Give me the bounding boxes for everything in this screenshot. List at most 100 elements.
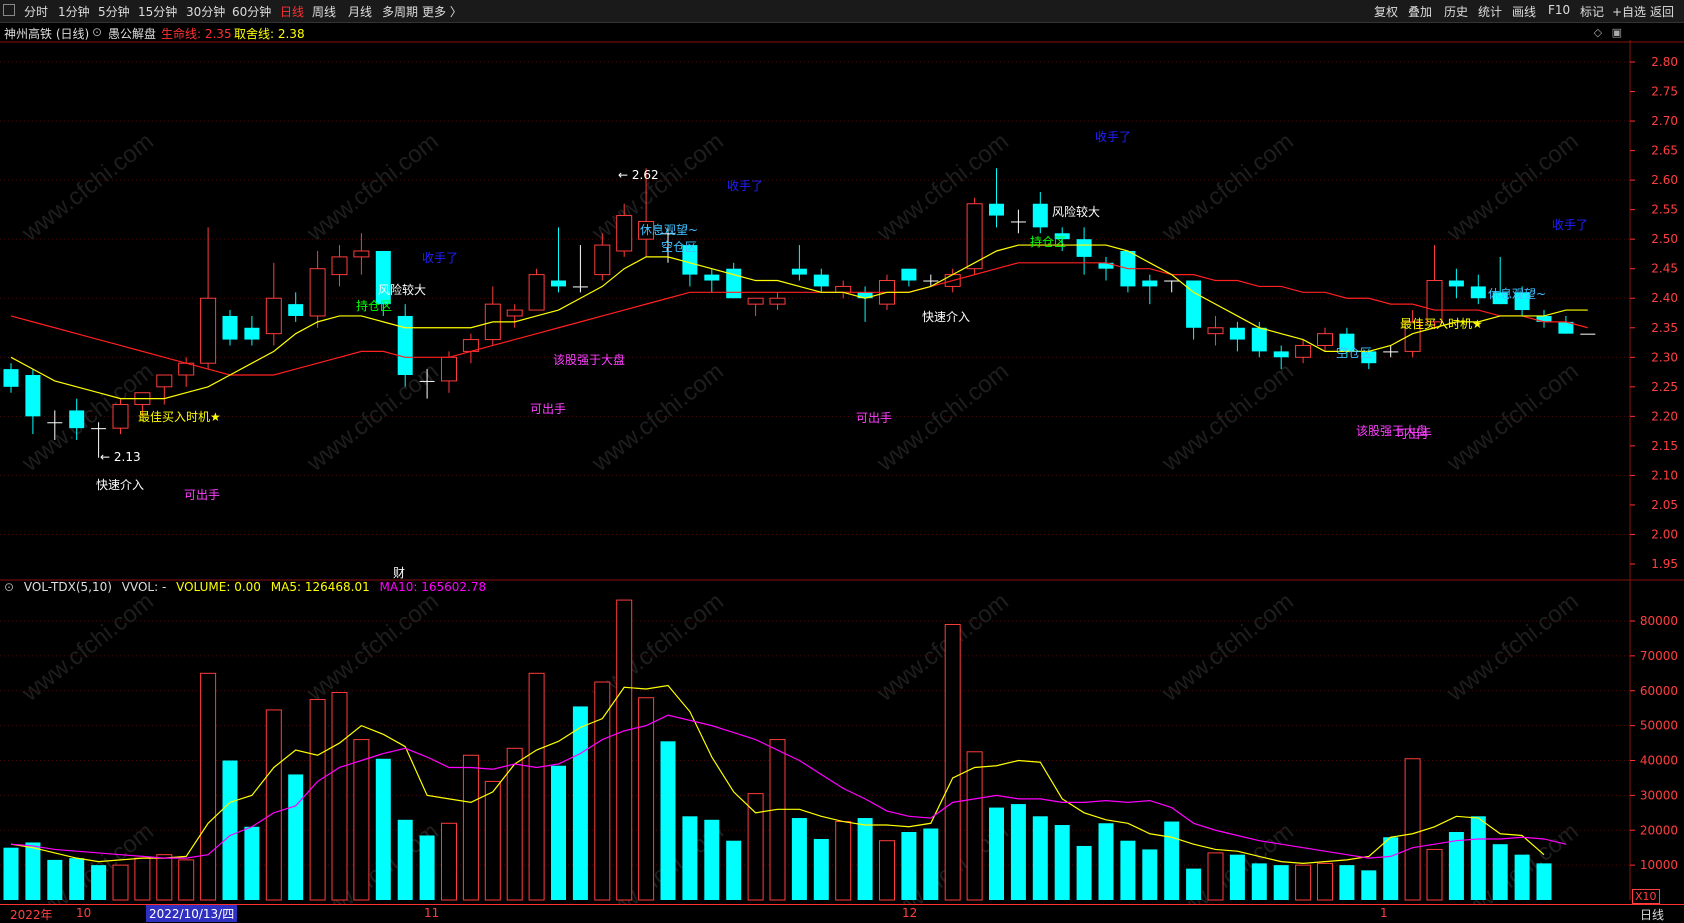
candle-body: [923, 280, 939, 282]
candle-body: [1383, 351, 1399, 353]
watermark: www.cfchi.com: [1441, 358, 1583, 478]
volume-bar: [1010, 804, 1026, 900]
candle-body: [1229, 327, 1245, 340]
volume-ma10-line: [10, 714, 1567, 859]
candle-body: [704, 274, 720, 281]
toolbar-item-2[interactable]: 5分钟: [98, 3, 130, 20]
price-tick-label: 2.35: [1651, 321, 1678, 335]
can-sell-label-3: 可出手: [856, 411, 893, 425]
high-risk-label: 风险较大: [378, 283, 427, 297]
volume-bar: [1514, 854, 1530, 900]
watermark: www.cfchi.com: [301, 358, 443, 478]
volume-tick-label: 60000: [1640, 684, 1678, 698]
price-tick-label: 2.55: [1651, 203, 1678, 217]
volume-bar: [1404, 758, 1421, 901]
toolbar-item-6[interactable]: 日线: [280, 3, 304, 20]
candle-body: [551, 280, 566, 287]
toolbar-right-item-6[interactable]: 标记: [1580, 3, 1604, 20]
close-hand-label-2: 收手了: [727, 179, 764, 193]
candle-body: [25, 375, 41, 417]
toolbar-item-8[interactable]: 月线: [348, 3, 372, 20]
volume-bar: [747, 793, 764, 901]
close-hand-label-3: 收手了: [1095, 130, 1132, 144]
volume-tick-label: 40000: [1640, 754, 1678, 768]
volume-bar: [660, 741, 676, 900]
toolbar-right-item-0[interactable]: 复权: [1374, 3, 1398, 20]
volume-toggle-icon[interactable]: ⊙: [4, 580, 14, 594]
candle-body: [747, 297, 764, 305]
price-tick-label: 2.50: [1651, 232, 1678, 246]
toolbar-right-item-4[interactable]: 画线: [1512, 3, 1536, 20]
toolbar-right-item-2[interactable]: 历史: [1444, 3, 1468, 20]
finance-marker: 财: [393, 566, 406, 580]
high-price-label: ← 2.62: [618, 168, 659, 182]
volume-tick-label: 50000: [1640, 719, 1678, 733]
candle-body: [441, 356, 457, 382]
chart-area[interactable]: 2.80 2.75 2.70 2.65 2.60 2.55 2.50 2.45 2.40 2.35…: [0, 22, 1684, 904]
can-sell-label-2: 可出手: [530, 402, 567, 416]
watermark: www.cfchi.com: [871, 128, 1013, 248]
volume-bar: [1032, 816, 1048, 900]
candle-body: [1470, 286, 1486, 299]
volume-bar: [1536, 863, 1552, 900]
hold-zone-label-2: 持仓区: [1030, 235, 1067, 249]
price-tick-label: 2.05: [1651, 498, 1678, 512]
volume-bar: [69, 858, 85, 900]
toolbar-right-item-7[interactable]: +自选: [1612, 3, 1646, 20]
volume-bar: [244, 826, 260, 900]
price-tick-label: 2.30: [1651, 350, 1678, 364]
best-buy-label-2: 最佳买入时机★: [1400, 317, 1483, 331]
strong-label-2: 该股强于大盘: [1356, 424, 1429, 438]
volume-scale-badge[interactable]: X10: [1632, 889, 1660, 904]
candle-body: [3, 369, 19, 387]
volume-bar: [112, 864, 129, 901]
volume-bar: [353, 739, 370, 901]
volume-bar: [835, 821, 852, 901]
best-buy-label: 最佳买入时机★: [138, 410, 221, 424]
candle-body: [91, 428, 107, 430]
toolbar-item-10[interactable]: 更多 〉: [422, 3, 462, 20]
price-tick-label: 2.45: [1651, 262, 1678, 276]
volume-bar: [156, 854, 173, 901]
toolbar-item-3[interactable]: 15分钟: [138, 3, 177, 20]
period-label: 日线: [1639, 908, 1664, 922]
toolbar-right-item-3[interactable]: 统计: [1478, 3, 1502, 20]
selected-date: 2022/10/13/四: [146, 905, 238, 922]
volume-tick-label: 10000: [1640, 858, 1678, 872]
watermark: www.cfchi.com: [586, 358, 728, 478]
candle-body: [1295, 344, 1312, 358]
candle-body: [156, 374, 173, 388]
toolbar-item-4[interactable]: 30分钟: [186, 3, 225, 20]
toolbar-right-item-1[interactable]: 叠加: [1408, 3, 1432, 20]
hold-zone-label: 持仓区: [356, 299, 393, 313]
toolbar-item-7[interactable]: 周线: [312, 3, 336, 20]
volume-bar: [857, 818, 873, 900]
volume-bar: [1142, 849, 1158, 900]
volume-bar: [1470, 816, 1486, 900]
volume-bar: [1251, 863, 1267, 900]
candle-body: [112, 404, 129, 429]
candle-body: [506, 309, 523, 317]
volume-bar: [462, 754, 479, 901]
volume-bar: [1054, 825, 1070, 900]
volume-bar: [726, 840, 742, 900]
candle-body: [419, 380, 435, 382]
volume-bar: [288, 774, 304, 900]
toolbar-right-item-5[interactable]: F10: [1548, 3, 1570, 17]
toolbar-item-1[interactable]: 1分钟: [58, 3, 90, 20]
window-menu-icon[interactable]: [3, 4, 15, 16]
toolbar-item-5[interactable]: 60分钟: [232, 3, 271, 20]
fast-in-label-2: 快速介入: [922, 310, 971, 324]
toolbar-item-0[interactable]: 分时: [24, 3, 48, 20]
toolbar-item-9[interactable]: 多周期: [382, 3, 418, 20]
candle-body: [528, 274, 545, 311]
toolbar-right-item-8[interactable]: 返回: [1650, 3, 1674, 20]
candle-body: [813, 274, 829, 287]
volume-bar: [879, 840, 895, 901]
date-year: 2022年: [10, 908, 53, 922]
volume-bar: [1295, 864, 1312, 901]
date-dec: 12: [902, 906, 918, 920]
volume-bar: [704, 819, 720, 900]
empty-zone-label-2: 空仓区: [1336, 346, 1373, 360]
volume-bar: [1339, 865, 1355, 900]
